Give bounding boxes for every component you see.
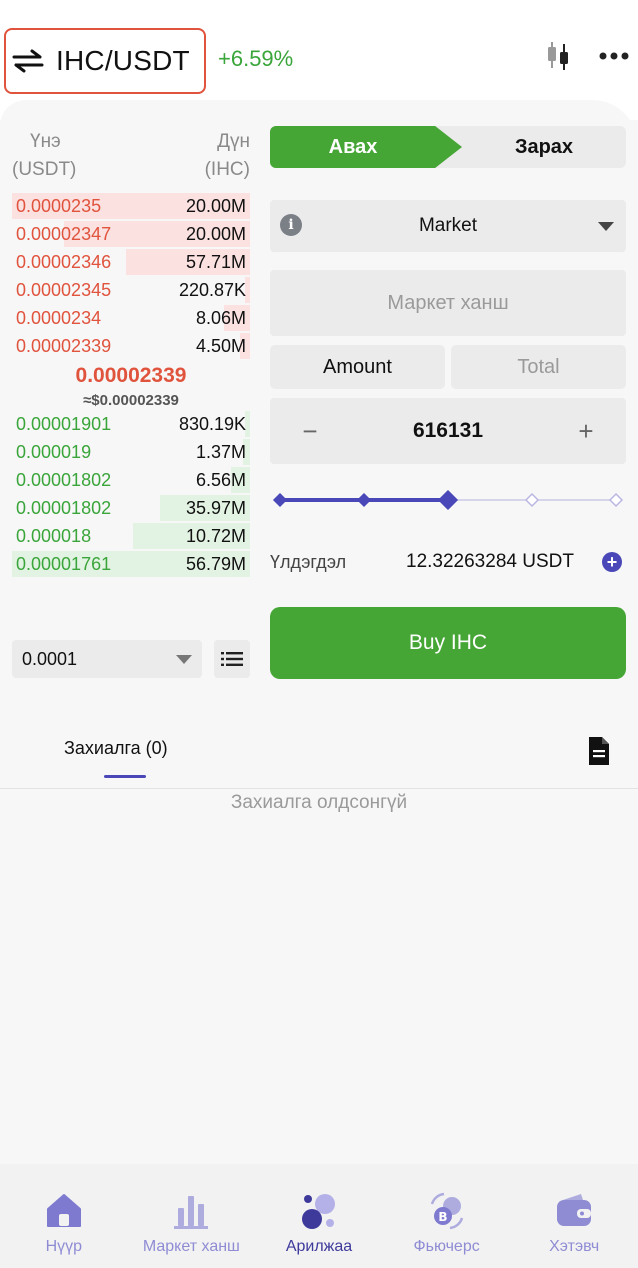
swap-arrows-icon [12, 49, 44, 73]
percent-slider[interactable] [270, 484, 626, 516]
divider [0, 788, 638, 789]
pair-selector[interactable]: IHC/USDT [4, 28, 206, 94]
order-type-value: Market [418, 215, 478, 236]
tab-sell[interactable]: Зарах [462, 126, 626, 168]
ask-row[interactable]: 0.00002339 4.50M [12, 332, 250, 360]
precision-value: 0.0001 [22, 648, 78, 669]
market-price-field: Маркет ханш [270, 270, 626, 336]
increment-button[interactable]: + [574, 416, 598, 447]
slider-step-marker[interactable] [356, 492, 372, 508]
quantity-stepper: − 616131 + [270, 398, 626, 464]
chevron-down-icon [176, 654, 192, 664]
home-icon [46, 1194, 81, 1227]
precision-dropdown[interactable]: 0.0001 [12, 640, 202, 678]
balance-value: 12.32263284 USDT [406, 551, 574, 572]
trade-icon [301, 1194, 335, 1229]
nav-label: Нүүр [45, 1238, 83, 1255]
nav-label: Фьючерс [413, 1238, 480, 1255]
pair-title: IHC/USDT [56, 45, 190, 76]
nav-item-wallet[interactable]: Хэтэвч [510, 1164, 638, 1268]
more-options-icon[interactable] [594, 36, 634, 76]
bid-list: 0.00001901 830.19K 0.000019 1.37M 0.000018… [12, 410, 250, 578]
slider-step-marker[interactable] [608, 492, 624, 508]
orderbook-header: Үнэ (USDT) Дүн (IHC) [12, 128, 250, 184]
amount-column-unit: (IHC) [204, 159, 250, 180]
orderbook-view-button[interactable] [214, 640, 250, 678]
ask-row[interactable]: 0.00002347 20.00M [12, 220, 250, 248]
last-price-usd: ≈$0.00002339 [83, 392, 179, 409]
bid-row[interactable]: 0.000019 1.37M [12, 438, 250, 466]
price-column-label: Үнэ [30, 131, 61, 152]
bid-row[interactable]: 0.000018 10.72M [12, 522, 250, 550]
amount-column-label: Дүн [217, 131, 250, 152]
info-icon[interactable]: i [280, 214, 302, 236]
wallet-icon [557, 1194, 592, 1226]
ask-row[interactable]: 0.0000235 20.00M [12, 192, 250, 220]
ask-row[interactable]: 0.00002346 57.71M [12, 248, 250, 276]
nav-item-market[interactable]: Маркет ханш [128, 1164, 256, 1268]
list-icon [221, 652, 243, 666]
document-icon[interactable] [586, 736, 612, 766]
price-change: +6.59% [218, 46, 294, 71]
bottom-navigation: Нүүр Маркет ханш Арилжаа B Фьючерс Хэтэв… [0, 1164, 638, 1268]
decrement-button[interactable]: − [298, 416, 322, 447]
bid-row[interactable]: 0.00001761 56.79M [12, 550, 250, 578]
candlestick-chart-icon[interactable] [538, 36, 578, 76]
nav-label: Хэтэвч [549, 1238, 600, 1255]
nav-item-home[interactable]: Нүүр [0, 1164, 128, 1268]
last-price[interactable]: 0.00002339 [12, 364, 250, 388]
ask-row[interactable]: 0.00002345 220.87K [12, 276, 250, 304]
buy-button[interactable]: Buy IHC [270, 607, 626, 679]
balance-label: Үлдэгдэл [270, 552, 347, 572]
amount-tab[interactable]: Amount [270, 345, 445, 389]
bid-row[interactable]: 0.00001901 830.19K [12, 410, 250, 438]
quantity-input[interactable]: 616131 [413, 419, 483, 443]
nav-label: Арилжаа [285, 1238, 353, 1255]
slider-step-marker[interactable] [524, 492, 540, 508]
price-column-unit: (USDT) [12, 159, 77, 180]
tab-buy[interactable]: Авах [270, 126, 462, 168]
add-funds-icon[interactable]: + [602, 552, 622, 572]
svg-text:B: B [438, 1210, 447, 1224]
tab-orders[interactable]: Захиалга (0) [64, 738, 168, 759]
nav-item-trade[interactable]: Арилжаа [255, 1164, 383, 1268]
slider-thumb[interactable] [437, 489, 459, 511]
slider-step-marker[interactable] [272, 492, 288, 508]
ask-list: 0.0000235 20.00M 0.00002347 20.00M 0.00002… [12, 192, 250, 360]
empty-orders-text: Захиалга олдсонгүй [230, 792, 408, 813]
buy-sell-tabs: Авах Зарах [270, 126, 626, 168]
order-type-select[interactable]: i Market [270, 200, 626, 252]
market-chart-icon [174, 1196, 209, 1229]
active-tab-indicator [104, 775, 146, 778]
chevron-down-icon [598, 222, 614, 231]
bid-row[interactable]: 0.00001802 6.56M [12, 466, 250, 494]
ask-row[interactable]: 0.0000234 8.06M [12, 304, 250, 332]
nav-item-futures[interactable]: B Фьючерс [383, 1164, 511, 1268]
bid-row[interactable]: 0.00001802 35.97M [12, 494, 250, 522]
futures-icon: B [430, 1192, 463, 1230]
nav-label: Маркет ханш [142, 1238, 240, 1255]
total-tab[interactable]: Total [451, 345, 626, 389]
